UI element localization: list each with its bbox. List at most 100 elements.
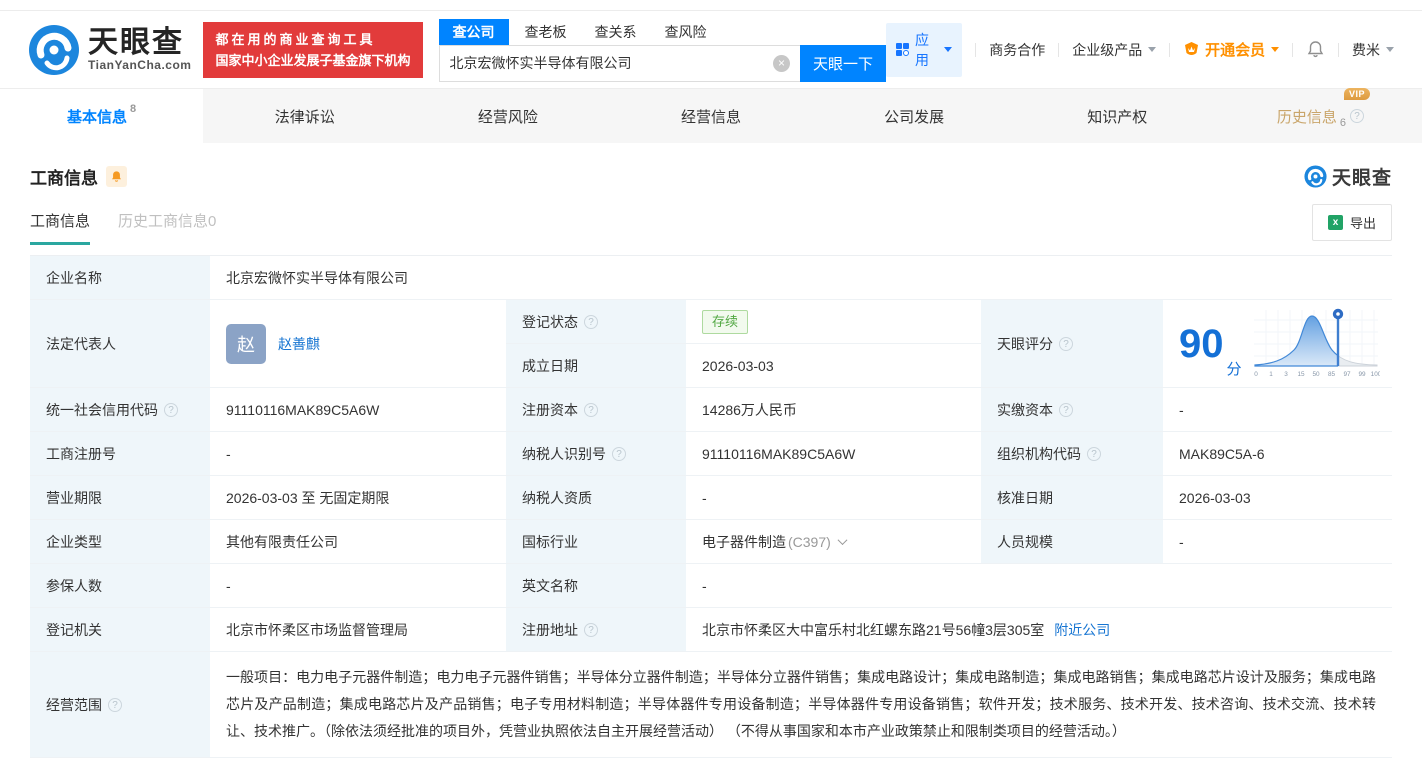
subtab-history-business-info[interactable]: 历史工商信息0: [118, 210, 216, 245]
username-label: 费米: [1352, 41, 1380, 58]
business-term-value: 2026-03-03 至 无固定期限: [210, 476, 506, 520]
divider: [1169, 42, 1171, 57]
site-header: 天眼查 TianYanCha.com 都在用的商业查询工具 国家中小企业发展子基…: [0, 10, 1422, 88]
top-nav: 应用 商务合作 企业级产品 开通会员 费米: [886, 22, 1394, 77]
reg-status-value: 存续: [686, 300, 981, 344]
tab-history-info[interactable]: 历史信息 6 ? VIP: [1219, 88, 1422, 143]
help-icon[interactable]: ?: [1087, 446, 1101, 461]
notification-bell[interactable]: [1306, 40, 1325, 59]
tianyancha-logo-icon: [1304, 165, 1327, 188]
table-row: 企业类型 其他有限责任公司 国标行业 电子器件制造 (C397) 人员规模 -: [30, 520, 1392, 564]
bell-icon: [112, 171, 121, 182]
table-row: 法定代表人 赵 赵善麒 登记状态 ? 存续 成立日期 2026-03-03 天眼…: [30, 300, 1392, 388]
vip-badge: VIP: [1343, 88, 1370, 100]
nav-enterprise-products[interactable]: 企业级产品: [1072, 40, 1157, 60]
search-tabs: 查公司 查老板 查关系 查风险: [438, 18, 887, 45]
tab-company-development[interactable]: 公司发展: [813, 89, 1016, 143]
export-label: 导出: [1349, 216, 1376, 231]
tab-count: 8: [130, 103, 137, 115]
help-icon[interactable]: ?: [584, 622, 598, 637]
tab-basic-info[interactable]: 基本信息 8: [0, 89, 204, 143]
export-button[interactable]: x 导出: [1311, 204, 1392, 241]
business-scope-label: 经营范围 ?: [30, 652, 210, 758]
chevron-down-icon[interactable]: [837, 535, 848, 546]
taxpayer-id-label: 纳税人识别号 ?: [506, 432, 686, 476]
business-term-label: 营业期限: [30, 476, 210, 520]
search-tab-relation[interactable]: 查关系: [595, 19, 637, 45]
tab-label: 公司发展: [884, 108, 945, 126]
search-tab-risk[interactable]: 查风险: [665, 19, 707, 45]
chevron-down-icon: [1386, 47, 1394, 56]
apps-menu[interactable]: 应用: [886, 22, 963, 77]
help-icon[interactable]: ?: [1349, 109, 1364, 123]
logo-domain: TianYanCha.com: [88, 57, 192, 72]
taxpayer-quality-label: 纳税人资质: [506, 476, 686, 520]
tab-label: 历史信息: [1276, 108, 1337, 126]
legal-rep-link[interactable]: 赵善麒: [278, 334, 320, 354]
search-input[interactable]: [438, 44, 801, 82]
label-text: 经营范围: [46, 696, 102, 713]
table-row: 工商注册号 - 纳税人识别号 ? 91110116MAK89C5A6W 组织机构…: [30, 432, 1392, 476]
subtab-row: 工商信息 历史工商信息0 x 导出: [0, 190, 1422, 245]
approval-date-value: 2026-03-03: [1163, 476, 1392, 520]
nearby-companies-link[interactable]: 附近公司: [1054, 620, 1110, 640]
industry-code: (C397): [788, 533, 831, 550]
avatar[interactable]: 赵: [226, 323, 266, 364]
business-scope-value: 一般项目：电力电子元器件制造；电力电子元器件销售；半导体分立器件制造；半导体分立…: [210, 652, 1392, 758]
svg-text:97: 97: [1343, 371, 1351, 378]
svg-text:0: 0: [1254, 371, 1258, 378]
paid-capital-label: 实缴资本 ?: [981, 388, 1163, 432]
clear-icon[interactable]: ×: [773, 54, 791, 72]
label-text: 天眼评分: [997, 335, 1053, 352]
label-text: 登记状态: [522, 313, 578, 330]
tab-intellectual-property[interactable]: 知识产权: [1016, 89, 1219, 143]
help-icon[interactable]: ?: [612, 446, 626, 461]
monitor-bell-button[interactable]: [106, 166, 127, 187]
tab-operation-risk[interactable]: 经营风险: [406, 89, 609, 143]
search-button[interactable]: 天眼一下: [800, 44, 887, 82]
divider: [1338, 42, 1339, 57]
reg-address-value: 北京市怀柔区大中富乐村北红螺东路21号56幢3层305室 附近公司: [686, 608, 1392, 652]
help-icon[interactable]: ?: [584, 402, 598, 417]
help-icon[interactable]: ?: [164, 402, 178, 417]
legal-rep-value: 赵 赵善麒: [210, 300, 506, 388]
chevron-down-icon: [944, 47, 953, 56]
score-distribution-chart: 0 1 3 15 50 85 97 99 100: [1253, 308, 1380, 378]
company-name-label: 企业名称: [30, 256, 210, 300]
nav-member-label: 开通会员: [1205, 42, 1266, 59]
search-tab-company[interactable]: 查公司: [438, 18, 509, 45]
user-menu[interactable]: 费米: [1352, 40, 1394, 60]
establish-date-value: 2026-03-03: [686, 344, 981, 388]
score-label: 天眼评分 ?: [981, 300, 1163, 388]
english-name-value: -: [686, 564, 1392, 608]
help-icon[interactable]: ?: [1059, 336, 1073, 351]
crown-icon: [1185, 42, 1199, 55]
reg-capital-label: 注册资本 ?: [506, 388, 686, 432]
nav-open-membership[interactable]: 开通会员: [1183, 39, 1280, 60]
taxpayer-id-value: 91110116MAK89C5A6W: [686, 432, 981, 476]
slogan-line2: 国家中小企业发展子基金旗下机构: [215, 52, 411, 68]
help-icon[interactable]: ?: [108, 697, 122, 712]
help-icon[interactable]: ?: [1059, 402, 1073, 417]
tab-legal-litigation[interactable]: 法律诉讼: [203, 89, 406, 143]
tab-operation-info[interactable]: 经营信息: [609, 89, 812, 143]
label-text: 实缴资本: [997, 401, 1053, 418]
nav-coop-label: 商务合作: [989, 41, 1046, 58]
label-text: 组织机构代码: [997, 445, 1081, 462]
staff-size-label: 人员规模: [981, 520, 1163, 564]
svg-text:99: 99: [1358, 371, 1366, 378]
industry-name: 电子器件制造: [702, 533, 786, 550]
help-icon[interactable]: ?: [584, 314, 598, 329]
org-code-label: 组织机构代码 ?: [981, 432, 1163, 476]
slogan-line1: 都在用的商业查询工具: [215, 31, 376, 47]
industry-value: 电子器件制造 (C397): [686, 520, 981, 564]
table-row: 营业期限 2026-03-03 至 无固定期限 纳税人资质 - 核准日期 202…: [30, 476, 1392, 520]
table-row: 登记机关 北京市怀柔区市场监督管理局 注册地址 ? 北京市怀柔区大中富乐村北红螺…: [30, 608, 1392, 652]
divider: [975, 42, 977, 57]
nav-business-coop[interactable]: 商务合作: [989, 40, 1045, 60]
approval-date-label: 核准日期: [981, 476, 1163, 520]
tianyancha-logo[interactable]: 天眼查 TianYanCha.com: [28, 24, 191, 76]
status-badge: 存续: [702, 309, 749, 334]
subtab-business-info[interactable]: 工商信息: [30, 210, 91, 245]
search-tab-boss[interactable]: 查老板: [525, 19, 567, 45]
